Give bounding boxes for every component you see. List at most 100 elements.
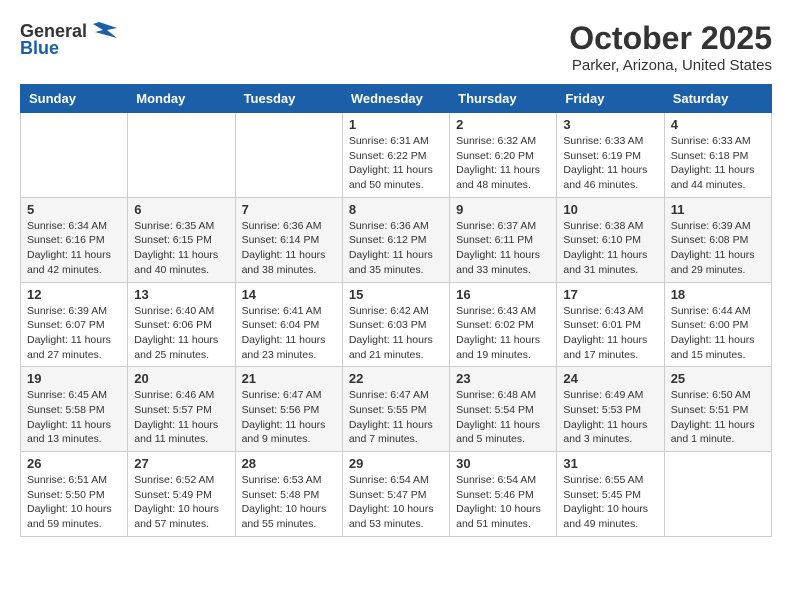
- calendar-cell: 28 Sunrise: 6:53 AMSunset: 5:48 PMDayligh…: [235, 452, 342, 537]
- cell-info: Sunrise: 6:55 AMSunset: 5:45 PMDaylight:…: [563, 473, 657, 532]
- calendar-cell: 16Sunrise: 6:43 AMSunset: 6:02 PMDayligh…: [450, 282, 557, 367]
- calendar-cell: 2Sunrise: 6:32 AMSunset: 6:20 PMDaylight…: [450, 113, 557, 198]
- calendar-header-row: Sunday Monday Tuesday Wednesday Thursday…: [21, 85, 772, 113]
- calendar-cell: 21 Sunrise: 6:47 AMSunset: 5:56 PMDayligh…: [235, 367, 342, 452]
- calendar-cell: 18Sunrise: 6:44 AMSunset: 6:00 PMDayligh…: [664, 282, 771, 367]
- cell-info: Sunrise: 6:33 AMSunset: 6:19 PMDaylight:…: [563, 134, 657, 193]
- day-number: 26: [27, 456, 121, 471]
- calendar-cell: 25 Sunrise: 6:50 AMSunset: 5:51 PMDayligh…: [664, 367, 771, 452]
- calendar-cell: 17 Sunrise: 6:43 AMSunset: 6:01 PMDayligh…: [557, 282, 664, 367]
- cell-info: Sunrise: 6:36 AMSunset: 6:12 PMDaylight:…: [349, 219, 443, 278]
- calendar-cell: 10Sunrise: 6:38 AMSunset: 6:10 PMDayligh…: [557, 197, 664, 282]
- cell-info: Sunrise: 6:33 AMSunset: 6:18 PMDaylight:…: [671, 134, 765, 193]
- day-number: 7: [242, 202, 336, 217]
- calendar-cell: 26 Sunrise: 6:51 AMSunset: 5:50 PMDayligh…: [21, 452, 128, 537]
- calendar-cell: 1 Sunrise: 6:31 AMSunset: 6:22 PMDaylight…: [342, 113, 449, 198]
- calendar-cell: 9 Sunrise: 6:37 AMSunset: 6:11 PMDaylight…: [450, 197, 557, 282]
- day-number: 29: [349, 456, 443, 471]
- cell-info: Sunrise: 6:54 AMSunset: 5:47 PMDaylight:…: [349, 473, 443, 532]
- day-number: 30: [456, 456, 550, 471]
- day-number: 28: [242, 456, 336, 471]
- title-section: October 2025 Parker, Arizona, United Sta…: [569, 20, 772, 74]
- day-number: 18: [671, 287, 765, 302]
- cell-info: Sunrise: 6:36 AMSunset: 6:14 PMDaylight:…: [242, 219, 336, 278]
- calendar-cell: 6 Sunrise: 6:35 AMSunset: 6:15 PMDaylight…: [128, 197, 235, 282]
- day-number: 11: [671, 202, 765, 217]
- calendar-cell: 7 Sunrise: 6:36 AMSunset: 6:14 PMDaylight…: [235, 197, 342, 282]
- calendar-cell: [128, 113, 235, 198]
- week-row-3: 12 Sunrise: 6:39 AMSunset: 6:07 PMDayligh…: [21, 282, 772, 367]
- cell-info: Sunrise: 6:51 AMSunset: 5:50 PMDaylight:…: [27, 473, 121, 532]
- cell-info: Sunrise: 6:35 AMSunset: 6:15 PMDaylight:…: [134, 219, 228, 278]
- cell-info: Sunrise: 6:40 AMSunset: 6:06 PMDaylight:…: [134, 304, 228, 363]
- cell-info: Sunrise: 6:45 AMSunset: 5:58 PMDaylight:…: [27, 388, 121, 447]
- cell-info: Sunrise: 6:46 AMSunset: 5:57 PMDaylight:…: [134, 388, 228, 447]
- logo-bird-icon: [89, 20, 117, 42]
- cell-info: Sunrise: 6:50 AMSunset: 5:51 PMDaylight:…: [671, 388, 765, 447]
- day-number: 5: [27, 202, 121, 217]
- cell-info: Sunrise: 6:48 AMSunset: 5:54 PMDaylight:…: [456, 388, 550, 447]
- day-number: 22: [349, 371, 443, 386]
- calendar-cell: 15Sunrise: 6:42 AMSunset: 6:03 PMDayligh…: [342, 282, 449, 367]
- day-number: 21: [242, 371, 336, 386]
- cell-info: Sunrise: 6:43 AMSunset: 6:02 PMDaylight:…: [456, 304, 550, 363]
- cell-info: Sunrise: 6:39 AMSunset: 6:07 PMDaylight:…: [27, 304, 121, 363]
- calendar-cell: 31Sunrise: 6:55 AMSunset: 5:45 PMDayligh…: [557, 452, 664, 537]
- day-number: 25: [671, 371, 765, 386]
- cell-info: Sunrise: 6:53 AMSunset: 5:48 PMDaylight:…: [242, 473, 336, 532]
- calendar-cell: [664, 452, 771, 537]
- cell-info: Sunrise: 6:49 AMSunset: 5:53 PMDaylight:…: [563, 388, 657, 447]
- cell-info: Sunrise: 6:43 AMSunset: 6:01 PMDaylight:…: [563, 304, 657, 363]
- cell-info: Sunrise: 6:52 AMSunset: 5:49 PMDaylight:…: [134, 473, 228, 532]
- cell-info: Sunrise: 6:41 AMSunset: 6:04 PMDaylight:…: [242, 304, 336, 363]
- calendar-cell: 13 Sunrise: 6:40 AMSunset: 6:06 PMDayligh…: [128, 282, 235, 367]
- col-friday: Friday: [557, 85, 664, 113]
- col-sunday: Sunday: [21, 85, 128, 113]
- day-number: 8: [349, 202, 443, 217]
- day-number: 12: [27, 287, 121, 302]
- day-number: 24: [563, 371, 657, 386]
- day-number: 13: [134, 287, 228, 302]
- week-row-1: 1 Sunrise: 6:31 AMSunset: 6:22 PMDaylight…: [21, 113, 772, 198]
- day-number: 17: [563, 287, 657, 302]
- cell-info: Sunrise: 6:47 AMSunset: 5:55 PMDaylight:…: [349, 388, 443, 447]
- day-number: 19: [27, 371, 121, 386]
- day-number: 23: [456, 371, 550, 386]
- calendar-cell: 29 Sunrise: 6:54 AMSunset: 5:47 PMDayligh…: [342, 452, 449, 537]
- day-number: 6: [134, 202, 228, 217]
- col-wednesday: Wednesday: [342, 85, 449, 113]
- week-row-5: 26 Sunrise: 6:51 AMSunset: 5:50 PMDayligh…: [21, 452, 772, 537]
- calendar-cell: 12 Sunrise: 6:39 AMSunset: 6:07 PMDayligh…: [21, 282, 128, 367]
- day-number: 20: [134, 371, 228, 386]
- calendar-cell: 4 Sunrise: 6:33 AMSunset: 6:18 PMDaylight…: [664, 113, 771, 198]
- calendar-cell: 20 Sunrise: 6:46 AMSunset: 5:57 PMDayligh…: [128, 367, 235, 452]
- cell-info: Sunrise: 6:34 AMSunset: 6:16 PMDaylight:…: [27, 219, 121, 278]
- col-thursday: Thursday: [450, 85, 557, 113]
- cell-info: Sunrise: 6:54 AMSunset: 5:46 PMDaylight:…: [456, 473, 550, 532]
- calendar-cell: [21, 113, 128, 198]
- day-number: 14: [242, 287, 336, 302]
- calendar-cell: 14 Sunrise: 6:41 AMSunset: 6:04 PMDayligh…: [235, 282, 342, 367]
- day-number: 4: [671, 117, 765, 132]
- day-number: 10: [563, 202, 657, 217]
- calendar-table: Sunday Monday Tuesday Wednesday Thursday…: [20, 84, 772, 537]
- cell-info: Sunrise: 6:42 AMSunset: 6:03 PMDaylight:…: [349, 304, 443, 363]
- week-row-2: 5 Sunrise: 6:34 AMSunset: 6:16 PMDaylight…: [21, 197, 772, 282]
- day-number: 3: [563, 117, 657, 132]
- cell-info: Sunrise: 6:47 AMSunset: 5:56 PMDaylight:…: [242, 388, 336, 447]
- calendar-cell: 19 Sunrise: 6:45 AMSunset: 5:58 PMDayligh…: [21, 367, 128, 452]
- day-number: 2: [456, 117, 550, 132]
- col-monday: Monday: [128, 85, 235, 113]
- col-saturday: Saturday: [664, 85, 771, 113]
- calendar-cell: 22 Sunrise: 6:47 AMSunset: 5:55 PMDayligh…: [342, 367, 449, 452]
- logo-blue-text: Blue: [20, 38, 59, 59]
- calendar-cell: 27Sunrise: 6:52 AMSunset: 5:49 PMDayligh…: [128, 452, 235, 537]
- cell-info: Sunrise: 6:31 AMSunset: 6:22 PMDaylight:…: [349, 134, 443, 193]
- day-number: 1: [349, 117, 443, 132]
- day-number: 9: [456, 202, 550, 217]
- week-row-4: 19 Sunrise: 6:45 AMSunset: 5:58 PMDayligh…: [21, 367, 772, 452]
- cell-info: Sunrise: 6:37 AMSunset: 6:11 PMDaylight:…: [456, 219, 550, 278]
- calendar-cell: 23 Sunrise: 6:48 AMSunset: 5:54 PMDayligh…: [450, 367, 557, 452]
- location: Parker, Arizona, United States: [569, 57, 772, 74]
- logo: General Blue: [20, 20, 117, 59]
